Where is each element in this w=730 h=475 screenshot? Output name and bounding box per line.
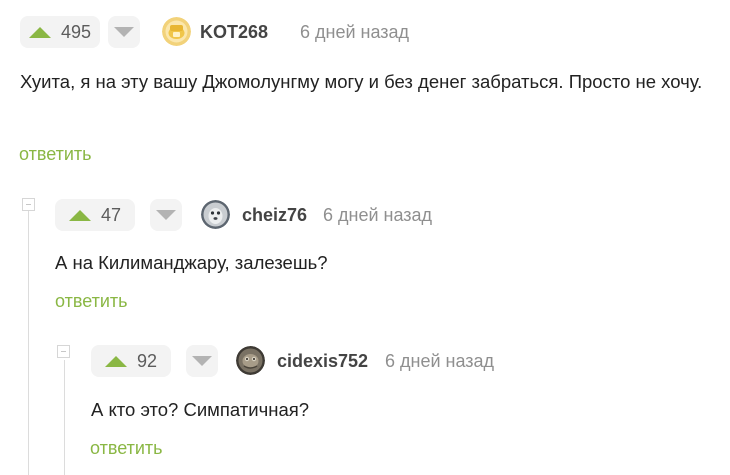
thread-line-level-2 — [64, 360, 65, 475]
comment: 495 KOT268 6 дней назад Хуита, я на эту … — [19, 16, 730, 164]
avatar[interactable] — [162, 17, 191, 46]
comment-header: 47 cheiz76 6 дней назад — [55, 199, 730, 231]
comment-header: 92 cidexis752 6 дней назад — [91, 345, 730, 377]
downvote-button[interactable] — [150, 199, 182, 231]
comment-time: 6 дней назад — [385, 351, 495, 371]
reply-link[interactable]: ответить — [55, 291, 128, 312]
upvote-button[interactable]: 92 — [91, 345, 171, 377]
author-name[interactable]: KOT268 — [200, 22, 268, 43]
rating-count: 47 — [100, 204, 122, 225]
triangle-down-icon — [156, 210, 176, 220]
comment-time: 6 дней назад — [300, 22, 410, 42]
downvote-button[interactable] — [186, 345, 218, 377]
collapse-button[interactable] — [57, 345, 70, 358]
comment-text: А на Килиманджару, залезешь? — [55, 252, 328, 273]
comment: 47 cheiz76 6 дней назад А на Килиманджар… — [55, 199, 730, 311]
comments-thread: 495 KOT268 6 дней назад Хуита, я на эту … — [0, 0, 730, 475]
avatar-image — [201, 200, 230, 229]
avatar[interactable] — [236, 346, 265, 375]
reply-link[interactable]: ответить — [19, 144, 92, 165]
triangle-down-icon — [192, 356, 212, 366]
author-name[interactable]: cheiz76 — [242, 205, 307, 226]
rating-count: 495 — [60, 21, 92, 42]
avatar-image — [162, 17, 191, 46]
thread-line-level-1 — [28, 208, 29, 475]
comment-text: А кто это? Симпатичная? — [91, 399, 310, 420]
comment-text: Хуита, я на эту вашу Джомолунгму могу и … — [20, 71, 703, 92]
comment-header: 495 KOT268 6 дней назад — [20, 16, 730, 48]
triangle-up-icon — [28, 26, 51, 38]
triangle-down-icon — [114, 27, 134, 37]
comment-time: 6 дней назад — [323, 205, 433, 225]
triangle-up-icon — [104, 355, 127, 367]
triangle-up-icon — [68, 209, 91, 221]
avatar[interactable] — [201, 200, 230, 229]
upvote-button[interactable]: 495 — [20, 16, 100, 48]
comment: 92 cidexis752 6 дней назад А кто это? Си… — [90, 345, 730, 458]
author-name[interactable]: cidexis752 — [277, 351, 368, 372]
collapse-button[interactable] — [22, 198, 35, 211]
rating-count: 92 — [136, 350, 158, 371]
avatar-image — [236, 346, 265, 375]
upvote-button[interactable]: 47 — [55, 199, 135, 231]
reply-link[interactable]: ответить — [90, 438, 163, 459]
downvote-button[interactable] — [108, 16, 140, 48]
